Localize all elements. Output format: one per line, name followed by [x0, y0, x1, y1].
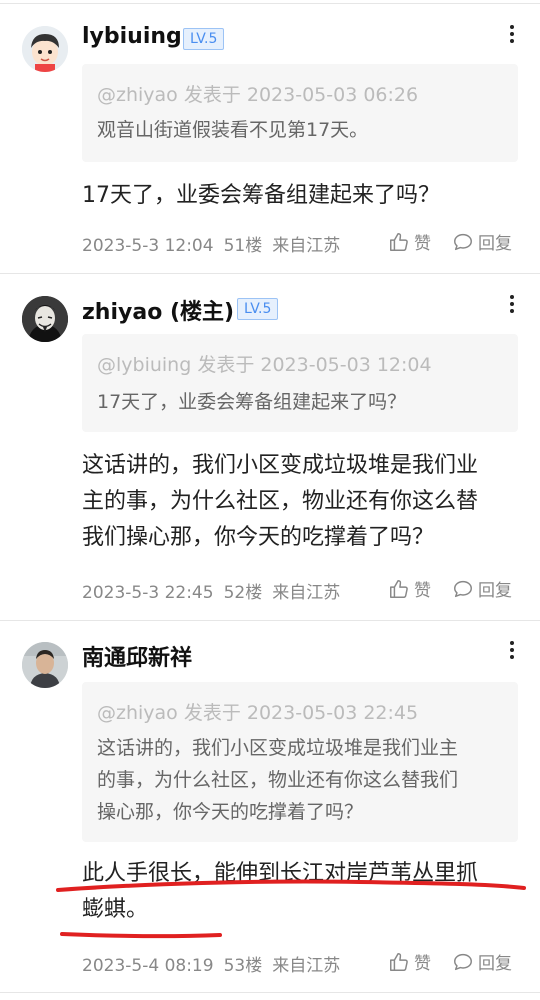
reply-button[interactable]: 回复	[452, 576, 512, 601]
quote-line: 的事，为什么社区，物业还有你这么替我们	[97, 769, 459, 791]
quote-text: 这话讲的，我们小区变成垃圾堆是我们业主 的事，为什么社区，物业还有你这么替我们 …	[97, 732, 506, 828]
quote-text: 17天了，业委会筹备组建起来了吗？	[97, 386, 506, 418]
reply-label: 回复	[478, 954, 512, 974]
post-content: 这话讲的，我们小区变成垃圾堆是我们业 主的事，为什么社区，物业还有你这么替 我们…	[82, 448, 520, 556]
comment-icon	[454, 953, 472, 970]
thumbs-up-icon	[390, 952, 408, 971]
quote-meta: @zhiyao 发表于 2023-05-03 06:26	[97, 84, 419, 106]
like-button[interactable]: 赞	[388, 229, 431, 254]
avatar[interactable]	[22, 26, 68, 72]
like-button[interactable]: 赞	[388, 576, 431, 601]
more-options-icon[interactable]	[506, 638, 518, 664]
post-date: 2023-5-4 08:19	[82, 956, 214, 976]
post-date: 2023-5-3 22:45	[82, 583, 214, 603]
quoted-reply[interactable]: @zhiyao 发表于 2023-05-03 22:45 这话讲的，我们小区变成…	[82, 682, 518, 842]
reply-label: 回复	[478, 581, 512, 601]
quote-line: 操心那，你今天的吃撑着了吗？	[97, 801, 364, 823]
post-content: 此人手很长，能伸到长江对岸芦苇丛里抓 蟛蜞。	[82, 856, 520, 928]
location: 来自江苏	[272, 236, 341, 256]
avatar[interactable]	[22, 642, 68, 688]
post-divider	[0, 273, 540, 274]
quote-meta: @zhiyao 发表于 2023-05-03 22:45	[97, 702, 419, 724]
level-badge: LV.5	[237, 298, 279, 320]
more-options-icon[interactable]	[506, 22, 518, 48]
quote-meta: @lybiuing 发表于 2023-05-03 12:04	[97, 354, 432, 376]
floor-number: 51楼	[223, 236, 263, 256]
comment-icon	[454, 233, 472, 250]
top-divider	[0, 3, 540, 4]
quote-line: 这话讲的，我们小区变成垃圾堆是我们业主	[97, 737, 459, 759]
more-options-icon[interactable]	[506, 292, 518, 318]
content-line: 蟛蜞。	[82, 897, 149, 922]
post-divider	[0, 620, 540, 621]
location: 来自江苏	[272, 956, 341, 976]
username[interactable]: zhiyao (楼主)	[82, 294, 234, 326]
quoted-reply[interactable]: @zhiyao 发表于 2023-05-03 06:26 观音山街道假装看不见第…	[82, 64, 518, 162]
level-badge: LV.5	[183, 28, 225, 50]
comment-icon	[454, 580, 472, 597]
like-label: 赞	[414, 954, 431, 974]
like-label: 赞	[414, 234, 431, 254]
like-label: 赞	[414, 581, 431, 601]
post-date: 2023-5-3 12:04	[82, 236, 214, 256]
username[interactable]: lybiuing	[82, 24, 182, 49]
like-button[interactable]: 赞	[388, 949, 431, 974]
location: 来自江苏	[272, 583, 341, 603]
reply-button[interactable]: 回复	[452, 949, 512, 974]
post-meta: 2023-5-3 12:04 51楼 来自江苏	[82, 231, 350, 256]
post-content: 17天了，业委会筹备组建起来了吗？	[82, 178, 520, 214]
quoted-reply[interactable]: @lybiuing 发表于 2023-05-03 12:04 17天了，业委会筹…	[82, 334, 518, 432]
floor-number: 52楼	[223, 583, 263, 603]
post-divider	[0, 992, 540, 993]
avatar[interactable]	[22, 296, 68, 342]
username[interactable]: 南通邱新祥	[82, 640, 192, 672]
content-line: 17天了，业委会筹备组建起来了吗？	[82, 183, 440, 208]
content-line: 此人手很长，能伸到长江对岸芦苇丛里抓	[82, 861, 479, 886]
content-line: 这话讲的，我们小区变成垃圾堆是我们业	[82, 453, 479, 478]
post-meta: 2023-5-4 08:19 53楼 来自江苏	[82, 951, 350, 976]
quote-text: 观音山街道假装看不见第17天。	[97, 114, 506, 146]
reply-button[interactable]: 回复	[452, 229, 512, 254]
floor-number: 53楼	[223, 956, 263, 976]
quote-line: 观音山街道假装看不见第17天。	[97, 119, 369, 141]
quote-line: 17天了，业委会筹备组建起来了吗？	[97, 391, 407, 413]
thumbs-up-icon	[390, 232, 408, 251]
content-line: 我们操心那，你今天的吃撑着了吗？	[82, 525, 435, 550]
thumbs-up-icon	[390, 579, 408, 598]
reply-label: 回复	[478, 234, 512, 254]
content-line: 主的事，为什么社区，物业还有你这么替	[82, 489, 479, 514]
post-meta: 2023-5-3 22:45 52楼 来自江苏	[82, 578, 350, 603]
